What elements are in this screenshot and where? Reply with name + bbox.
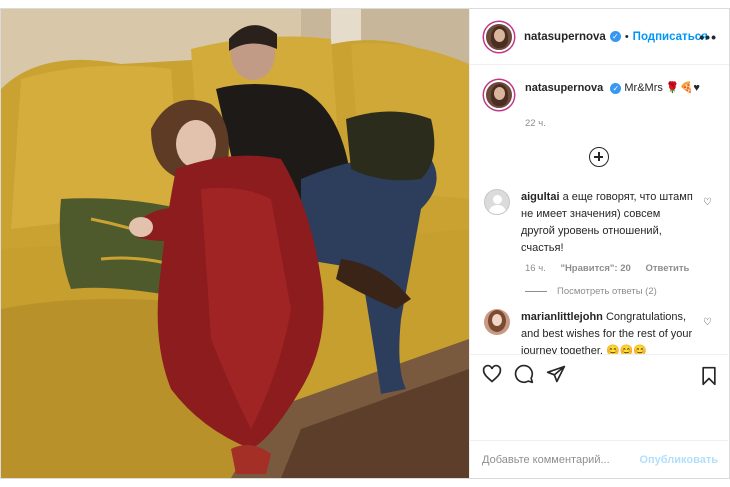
post-photo[interactable] — [1, 9, 469, 478]
post-actions — [470, 354, 728, 398]
comment-icon[interactable] — [514, 364, 534, 389]
separator-dot: • — [624, 30, 629, 43]
comment-likes[interactable]: "Нравится": 20 — [560, 263, 630, 274]
follow-button[interactable]: Подписаться — [633, 31, 708, 43]
reply-button[interactable]: Ответить — [645, 263, 689, 274]
commenter-username[interactable]: aigultai — [521, 191, 560, 203]
heart-icon[interactable] — [482, 364, 502, 389]
commenter-avatar[interactable] — [484, 189, 510, 215]
comment-text: aigultai а еще говорят, что штамп не име… — [521, 189, 696, 257]
add-comment-input[interactable] — [482, 453, 642, 466]
caption-text: natasupernova ✓ Mr&Mrs 🌹🍕♥ — [525, 80, 700, 110]
plus-circle-icon[interactable] — [589, 147, 609, 167]
publish-button[interactable]: Опубликовать — [639, 454, 718, 466]
photo-image — [1, 9, 469, 478]
comment-like-icon[interactable]: ♡ — [703, 317, 712, 328]
post-header: natasupernova ✓ • Подписаться ••• — [470, 9, 729, 65]
view-replies-label[interactable]: Посмотреть ответы (2) — [557, 286, 657, 297]
comment-meta: 16 ч. "Нравится": 20 Ответить — [525, 263, 714, 274]
caption-meta: 22 ч. — [525, 118, 714, 129]
more-options-icon[interactable]: ••• — [699, 29, 717, 45]
post-card: natasupernova ✓ • Подписаться ••• natasu… — [0, 8, 730, 479]
share-icon[interactable] — [546, 364, 566, 389]
post-sidebar: natasupernova ✓ • Подписаться ••• natasu… — [469, 9, 729, 478]
comment-like-icon[interactable]: ♡ — [703, 197, 712, 208]
comment-row: aigultai а еще говорят, что штамп не име… — [484, 189, 714, 257]
add-comment-bar: Опубликовать — [470, 440, 728, 478]
commenter-avatar[interactable] — [484, 309, 510, 335]
caption-row: natasupernova ✓ Mr&Mrs 🌹🍕♥ — [484, 80, 714, 110]
bookmark-icon[interactable] — [700, 366, 718, 391]
verified-icon: ✓ — [610, 82, 622, 94]
verified-icon: ✓ — [609, 31, 621, 42]
comment-time[interactable]: 16 ч. — [525, 263, 546, 274]
author-avatar[interactable] — [484, 21, 514, 52]
caption-time[interactable]: 22 ч. — [525, 118, 546, 129]
caption-username[interactable]: natasupernova — [525, 82, 603, 94]
author-username[interactable]: natasupernova — [524, 31, 606, 43]
comments-section[interactable]: natasupernova ✓ Mr&Mrs 🌹🍕♥ 22 ч. aigulta… — [470, 66, 728, 354]
comment-text: marianlittlejohn Congratulations, and be… — [521, 309, 696, 354]
caption-avatar[interactable] — [484, 80, 514, 110]
caption-body: Mr&Mrs 🌹🍕♥ — [624, 82, 700, 94]
replies-divider — [525, 291, 547, 292]
load-more-comments-button[interactable] — [484, 147, 714, 167]
view-replies-button[interactable]: Посмотреть ответы (2) — [525, 286, 714, 297]
commenter-username[interactable]: marianlittlejohn — [521, 311, 603, 323]
comment-row: marianlittlejohn Congratulations, and be… — [484, 309, 714, 354]
